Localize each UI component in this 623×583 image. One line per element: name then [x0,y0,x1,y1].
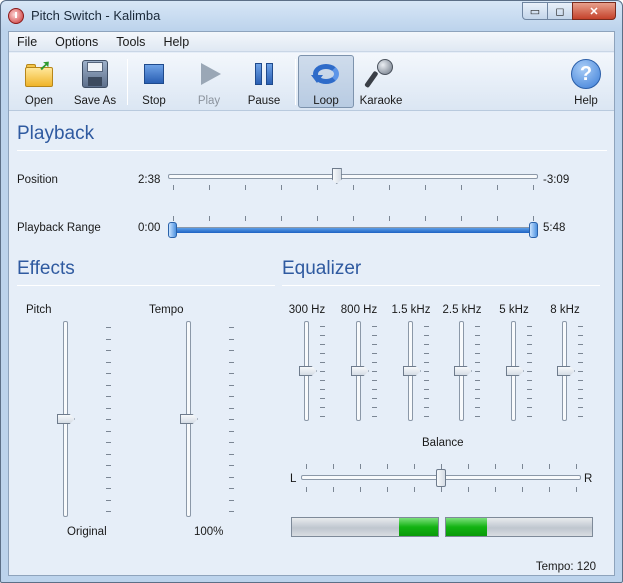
range-start-handle[interactable] [168,222,177,238]
eq-band-slider-thumb[interactable] [557,366,575,376]
section-divider [17,285,275,286]
eq-band-slider-ticks [475,326,480,417]
eq-band-slider-thumb[interactable] [299,366,317,376]
eq-band-slider-thumb[interactable] [454,366,472,376]
eq-band-slider-ticks [424,326,429,417]
level-meter-left-fill [399,518,438,536]
toolbar-separator [295,59,296,105]
status-bar: Tempo: 120 [9,557,614,575]
pause-button[interactable]: Pause [238,56,290,108]
level-meter-right-fill [446,518,487,536]
elapsed-time: 2:38 [138,174,161,186]
eq-band-slider-ticks [578,326,583,417]
position-slider-thumb[interactable] [331,168,342,184]
help-icon: ? [570,58,602,90]
pitch-slider-ticks [106,327,111,512]
karaoke-label: Karaoke [359,95,403,107]
balance-slider-ticks [306,487,577,492]
tempo-slider-ticks [229,327,234,512]
toolbar: ➚ Open Save As Stop Play Pause Loop Kara… [9,53,614,111]
tempo-status: Tempo: 120 [535,561,596,573]
menu-help[interactable]: Help [154,35,198,49]
menu-bar: File Options Tools Help [9,32,614,52]
level-meter-left [291,517,439,537]
folder-open-icon: ➚ [23,57,55,90]
stop-button[interactable]: Stop [128,56,180,108]
balance-left-label: L [290,473,297,485]
save-as-label: Save As [73,95,117,107]
eq-band-slider-thumb[interactable] [351,366,369,376]
position-label: Position [17,174,58,186]
pause-label: Pause [247,95,281,107]
range-start-time: 0:00 [138,222,161,234]
loop-icon [310,58,342,90]
eq-band-slider-ticks [320,326,325,417]
pitch-label: Pitch [26,304,52,316]
eq-band-slider-ticks [372,326,377,417]
position-slider-track[interactable] [168,174,538,179]
eq-band-label: 800 Hz [340,304,378,316]
help-glyph: ? [571,59,601,89]
tempo-label: Tempo [149,304,184,316]
open-button[interactable]: ➚ Open [13,56,65,108]
remaining-time: -3:09 [543,174,570,186]
play-button[interactable]: Play [183,56,235,108]
app-icon[interactable] [8,8,24,24]
section-divider [282,285,600,286]
minimize-button[interactable]: ▭ [522,2,548,20]
help-button[interactable]: ? Help [560,56,612,108]
section-divider [17,150,607,151]
title-bar[interactable]: Pitch Switch - Kalimba ▭ ◻ ✕ [1,1,622,31]
playback-title: Playback [17,123,95,144]
eq-band-label: 2.5 kHz [442,304,482,316]
karaoke-button[interactable]: Karaoke [355,56,407,108]
equalizer-title: Equalizer [282,258,362,279]
pitch-slider-thumb[interactable] [57,414,75,424]
app-window: Pitch Switch - Kalimba ▭ ◻ ✕ File Option… [0,0,623,583]
range-end-time: 5:48 [543,222,566,234]
eq-band-slider-thumb[interactable] [403,366,421,376]
eq-band-label: 300 Hz [288,304,326,316]
playback-range-label: Playback Range [17,222,101,234]
tempo-value: 100% [194,526,224,538]
pitch-value: Original [67,526,107,538]
range-slider-fill [173,228,533,233]
loop-toggle[interactable]: Loop [298,55,354,108]
range-end-handle[interactable] [529,222,538,238]
menu-file[interactable]: File [9,35,46,49]
save-as-button[interactable]: Save As [67,56,123,108]
stop-label: Stop [142,95,166,107]
maximize-button[interactable]: ◻ [547,2,573,20]
play-label: Play [197,95,221,107]
floppy-disk-icon [79,58,111,90]
eq-band-slider-thumb[interactable] [506,366,524,376]
microphone-icon [364,58,397,90]
client-area: File Options Tools Help ➚ Open Save As S… [8,31,615,576]
level-meter-right [445,517,593,537]
stop-icon [138,58,170,90]
window-title: Pitch Switch - Kalimba [31,8,161,23]
menu-options[interactable]: Options [46,35,107,49]
open-label: Open [24,95,54,107]
play-icon [193,58,225,90]
close-button[interactable]: ✕ [572,2,616,20]
balance-slider-thumb[interactable] [436,469,446,487]
window-controls: ▭ ◻ ✕ [522,2,616,20]
effects-title: Effects [17,258,75,279]
pause-icon [248,58,280,90]
tempo-slider-thumb[interactable] [180,414,198,424]
menu-tools[interactable]: Tools [107,35,154,49]
position-slider-ticks [173,185,534,190]
balance-right-label: R [584,473,593,485]
range-slider-ticks [173,216,534,221]
help-label: Help [574,95,598,107]
eq-band-label: 8 kHz [550,304,580,316]
eq-band-slider-ticks [527,326,532,417]
balance-label: Balance [422,437,464,449]
loop-label: Loop [313,95,339,107]
